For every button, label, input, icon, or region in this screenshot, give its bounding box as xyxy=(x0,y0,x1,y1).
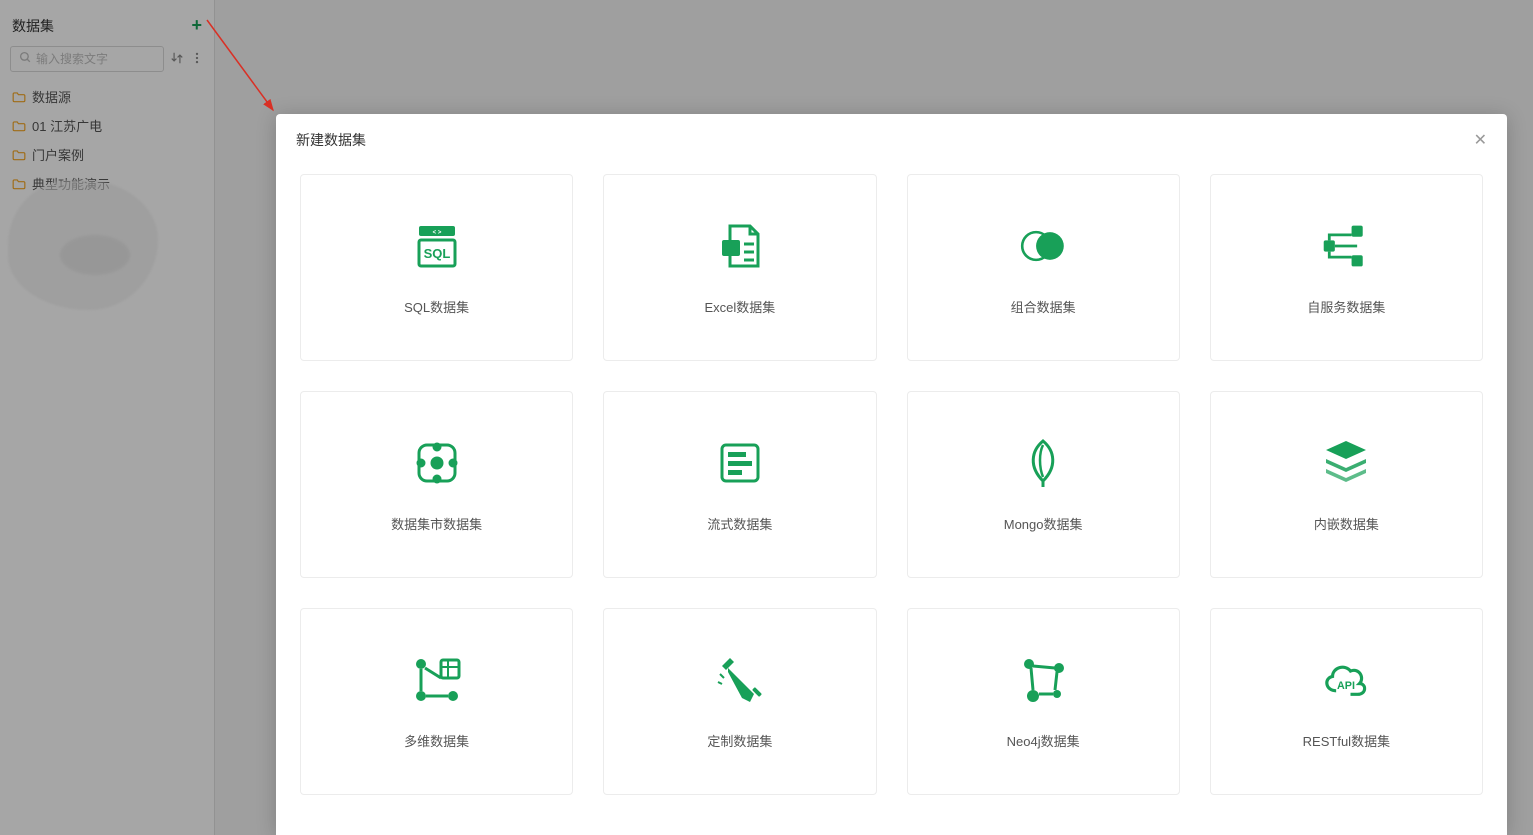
card-selfservice-dataset[interactable]: 自服务数据集 xyxy=(1210,174,1483,361)
selfservice-icon xyxy=(1320,220,1372,272)
combine-icon xyxy=(1017,220,1069,272)
cube-icon xyxy=(411,654,463,706)
card-label: 内嵌数据集 xyxy=(1314,514,1379,533)
sql-icon: < > SQL xyxy=(411,220,463,272)
card-label: 定制数据集 xyxy=(707,731,772,750)
svg-text:< >: < > xyxy=(432,230,441,236)
card-restful-dataset[interactable]: API RESTful数据集 xyxy=(1210,608,1483,795)
card-combine-dataset[interactable]: 组合数据集 xyxy=(907,174,1180,361)
card-label: 流式数据集 xyxy=(707,514,772,533)
card-stream-dataset[interactable]: 流式数据集 xyxy=(603,391,876,578)
card-cube-dataset[interactable]: 多维数据集 xyxy=(300,608,573,795)
card-mongo-dataset[interactable]: Mongo数据集 xyxy=(907,391,1180,578)
restful-icon: API xyxy=(1320,654,1372,706)
neo4j-icon xyxy=(1017,654,1069,706)
card-embed-dataset[interactable]: 内嵌数据集 xyxy=(1210,391,1483,578)
dataset-type-grid: < > SQL SQL数据集 X Excel数据集 组合数据集 自服务数据集 xyxy=(276,164,1507,819)
custom-icon xyxy=(714,654,766,706)
card-label: Mongo数据集 xyxy=(1004,514,1083,533)
card-label: RESTful数据集 xyxy=(1303,731,1390,750)
card-custom-dataset[interactable]: 定制数据集 xyxy=(603,608,876,795)
embed-icon xyxy=(1320,437,1372,489)
card-excel-dataset[interactable]: X Excel数据集 xyxy=(603,174,876,361)
stream-icon xyxy=(714,437,766,489)
new-dataset-dialog: 新建数据集 ✕ < > SQL SQL数据集 X Excel数据集 组合数据集 xyxy=(276,114,1507,835)
excel-icon: X xyxy=(714,220,766,272)
svg-text:API: API xyxy=(1337,679,1355,691)
card-market-dataset[interactable]: 数据集市数据集 xyxy=(300,391,573,578)
dialog-header: 新建数据集 ✕ xyxy=(276,114,1507,164)
card-label: SQL数据集 xyxy=(404,297,469,316)
mongo-icon xyxy=(1017,437,1069,489)
market-icon xyxy=(411,437,463,489)
card-label: Excel数据集 xyxy=(704,297,775,316)
svg-text:X: X xyxy=(727,243,735,255)
card-neo4j-dataset[interactable]: Neo4j数据集 xyxy=(907,608,1180,795)
card-sql-dataset[interactable]: < > SQL SQL数据集 xyxy=(300,174,573,361)
card-label: 多维数据集 xyxy=(404,731,469,750)
card-label: 自服务数据集 xyxy=(1307,297,1385,316)
card-label: Neo4j数据集 xyxy=(1007,731,1080,750)
card-label: 组合数据集 xyxy=(1011,297,1076,316)
close-icon[interactable]: ✕ xyxy=(1474,130,1487,150)
svg-text:SQL: SQL xyxy=(423,246,450,261)
card-label: 数据集市数据集 xyxy=(391,514,482,533)
dialog-title: 新建数据集 xyxy=(296,130,366,150)
